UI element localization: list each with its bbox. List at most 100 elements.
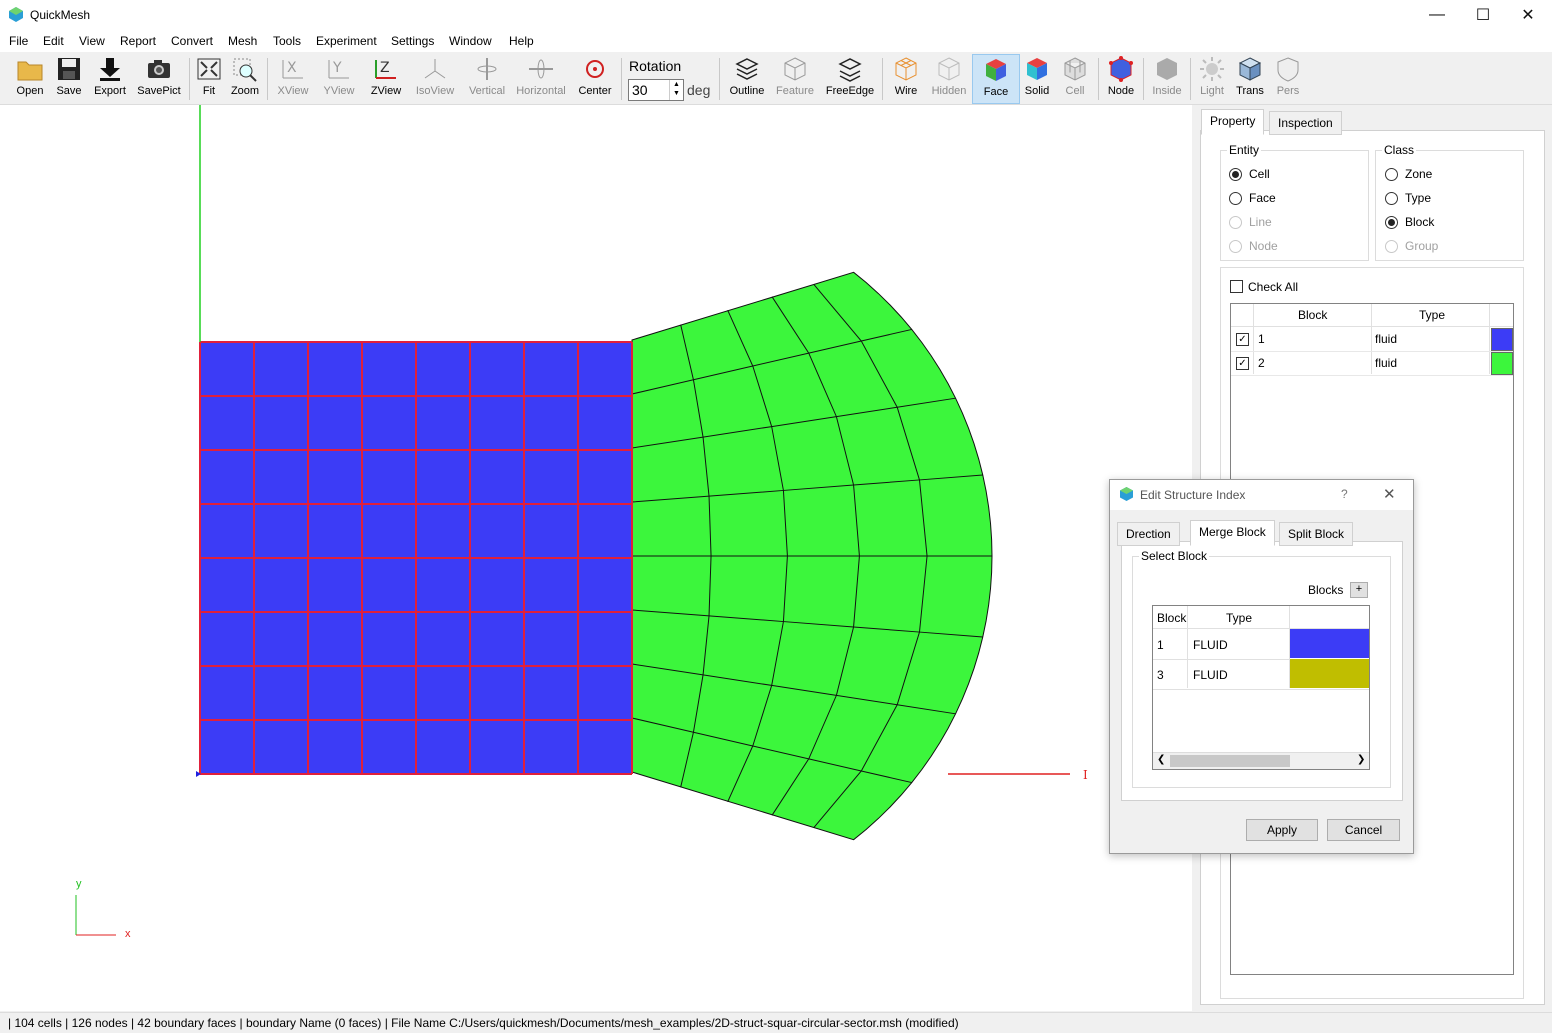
- toolbar-separator: [882, 58, 883, 100]
- check-all-checkbox[interactable]: [1230, 280, 1243, 293]
- edit-structure-index-dialog: Edit Structure Index ? ✕ Drection Merge …: [1109, 479, 1414, 854]
- light-button[interactable]: Light: [1195, 54, 1229, 102]
- radio-class-zone[interactable]: Zone: [1385, 167, 1432, 181]
- mesh-canvas[interactable]: I y x: [0, 105, 1192, 1011]
- toolbar-separator: [267, 58, 268, 100]
- menu-convert[interactable]: Convert: [171, 34, 213, 48]
- tab-merge-block[interactable]: Merge Block: [1190, 520, 1275, 546]
- table-row[interactable]: 3 FLUID: [1153, 659, 1369, 690]
- minimize-button[interactable]: —: [1414, 0, 1460, 30]
- face-button[interactable]: Face: [972, 54, 1020, 104]
- row-checkbox[interactable]: ✓: [1236, 357, 1249, 370]
- open-button[interactable]: Open: [10, 54, 50, 102]
- row-type: FLUID: [1193, 638, 1228, 652]
- menu-report[interactable]: Report: [120, 34, 156, 48]
- row-block: 3: [1157, 668, 1164, 682]
- row-type: fluid: [1375, 332, 1398, 346]
- tab-drection[interactable]: Drection: [1117, 522, 1180, 546]
- dialog-header-type: Type: [1226, 611, 1253, 625]
- fit-button[interactable]: Fit: [193, 54, 225, 102]
- zview-button[interactable]: Z ZView: [365, 54, 407, 102]
- dialog-title: Edit Structure Index: [1140, 488, 1246, 502]
- solid-button[interactable]: Solid: [1020, 54, 1054, 102]
- cancel-button[interactable]: Cancel: [1327, 819, 1400, 841]
- blocks-label: Blocks: [1308, 583, 1344, 597]
- center-target-icon: [586, 60, 604, 78]
- rotation-spinbox[interactable]: 30 ▲ ▼: [628, 79, 684, 101]
- perspective-shield-icon: [1277, 57, 1299, 82]
- save-button[interactable]: Save: [50, 54, 88, 102]
- status-text: | 104 cells | 126 nodes | 42 boundary fa…: [8, 1016, 959, 1030]
- menu-settings[interactable]: Settings: [391, 34, 434, 48]
- export-button[interactable]: Export: [90, 54, 130, 102]
- menu-mesh[interactable]: Mesh: [228, 34, 257, 48]
- freeedge-button[interactable]: FreeEdge: [822, 54, 878, 102]
- row-color-swatch[interactable]: [1491, 352, 1513, 375]
- radio-entity-cell[interactable]: Cell: [1229, 167, 1270, 181]
- tab-split-block[interactable]: Split Block: [1279, 522, 1354, 546]
- outline-button[interactable]: Outline: [726, 54, 768, 102]
- dialog-close-icon[interactable]: ✕: [1383, 485, 1396, 503]
- isoview-button[interactable]: IsoView: [410, 54, 460, 102]
- trans-button[interactable]: Trans: [1232, 54, 1268, 102]
- toolbar-separator: [1190, 58, 1191, 100]
- scrollbar-thumb[interactable]: [1170, 755, 1290, 767]
- radio-entity-line[interactable]: Line: [1229, 215, 1272, 229]
- horizontal-rotate-button[interactable]: Horizontal: [513, 54, 569, 102]
- row-color-swatch[interactable]: [1290, 629, 1369, 658]
- table-row[interactable]: 1 FLUID: [1153, 629, 1369, 660]
- mesh-viewport[interactable]: I y x: [0, 105, 1192, 1011]
- table-row[interactable]: ✓ 1 fluid: [1231, 327, 1513, 352]
- row-color-swatch[interactable]: [1290, 659, 1369, 688]
- radio-class-type[interactable]: Type: [1385, 191, 1431, 205]
- menu-experiment[interactable]: Experiment: [316, 34, 377, 48]
- radio-entity-node[interactable]: Node: [1229, 239, 1278, 253]
- apply-button[interactable]: Apply: [1246, 819, 1318, 841]
- feature-button[interactable]: Feature: [772, 54, 818, 102]
- zoom-button[interactable]: Zoom: [228, 54, 262, 102]
- rotation-spin-arrows-icon[interactable]: ▲ ▼: [669, 80, 683, 100]
- add-block-button[interactable]: +: [1350, 582, 1368, 598]
- menu-view[interactable]: View: [79, 34, 105, 48]
- entity-group: Entity Cell Face Line Node: [1220, 143, 1369, 261]
- radio-class-group[interactable]: Group: [1385, 239, 1438, 253]
- savepict-button[interactable]: SavePict: [136, 54, 182, 102]
- vertical-rotate-button[interactable]: Vertical: [465, 54, 509, 102]
- row-checkbox[interactable]: ✓: [1236, 333, 1249, 346]
- radio-class-block[interactable]: Block: [1385, 215, 1434, 229]
- tab-inspection[interactable]: Inspection: [1269, 111, 1342, 135]
- hidden-button[interactable]: Hidden: [929, 54, 969, 102]
- table-row[interactable]: ✓ 2 fluid: [1231, 351, 1513, 376]
- scroll-left-icon[interactable]: ❮: [1157, 754, 1165, 765]
- yview-button[interactable]: Y YView: [318, 54, 360, 102]
- toolbar-separator: [1143, 58, 1144, 100]
- node-button[interactable]: Node: [1103, 54, 1139, 102]
- xview-button[interactable]: X XView: [272, 54, 314, 102]
- menu-edit[interactable]: Edit: [43, 34, 64, 48]
- menu-window[interactable]: Window: [449, 34, 492, 48]
- inside-button[interactable]: Inside: [1148, 54, 1186, 102]
- row-color-swatch[interactable]: [1491, 328, 1513, 351]
- svg-text:X: X: [287, 60, 297, 76]
- floppy-disk-icon: [58, 58, 80, 80]
- pers-button[interactable]: Pers: [1272, 54, 1304, 102]
- menu-file[interactable]: File: [9, 34, 28, 48]
- cell-button[interactable]: Cell: [1058, 54, 1092, 102]
- tab-property[interactable]: Property: [1201, 109, 1265, 135]
- title-bar: QuickMesh — ☐ ✕: [0, 0, 1552, 30]
- scroll-right-icon[interactable]: ❯: [1357, 754, 1365, 765]
- light-sun-icon: [1200, 57, 1224, 81]
- maximize-button[interactable]: ☐: [1460, 0, 1506, 30]
- center-button[interactable]: Center: [574, 54, 616, 102]
- close-button[interactable]: ✕: [1505, 0, 1551, 30]
- menu-tools[interactable]: Tools: [273, 34, 301, 48]
- dialog-help-button[interactable]: ?: [1341, 487, 1348, 501]
- row-type: fluid: [1375, 356, 1398, 370]
- wire-button[interactable]: Wire: [887, 54, 925, 102]
- row-block: 1: [1258, 332, 1265, 346]
- radio-entity-face[interactable]: Face: [1229, 191, 1276, 205]
- status-bar: | 104 cells | 126 nodes | 42 boundary fa…: [0, 1012, 1552, 1033]
- horizontal-scrollbar[interactable]: ❮ ❯: [1153, 752, 1369, 769]
- z-axis-view-icon: Z: [375, 60, 396, 79]
- menu-help[interactable]: Help: [509, 34, 534, 48]
